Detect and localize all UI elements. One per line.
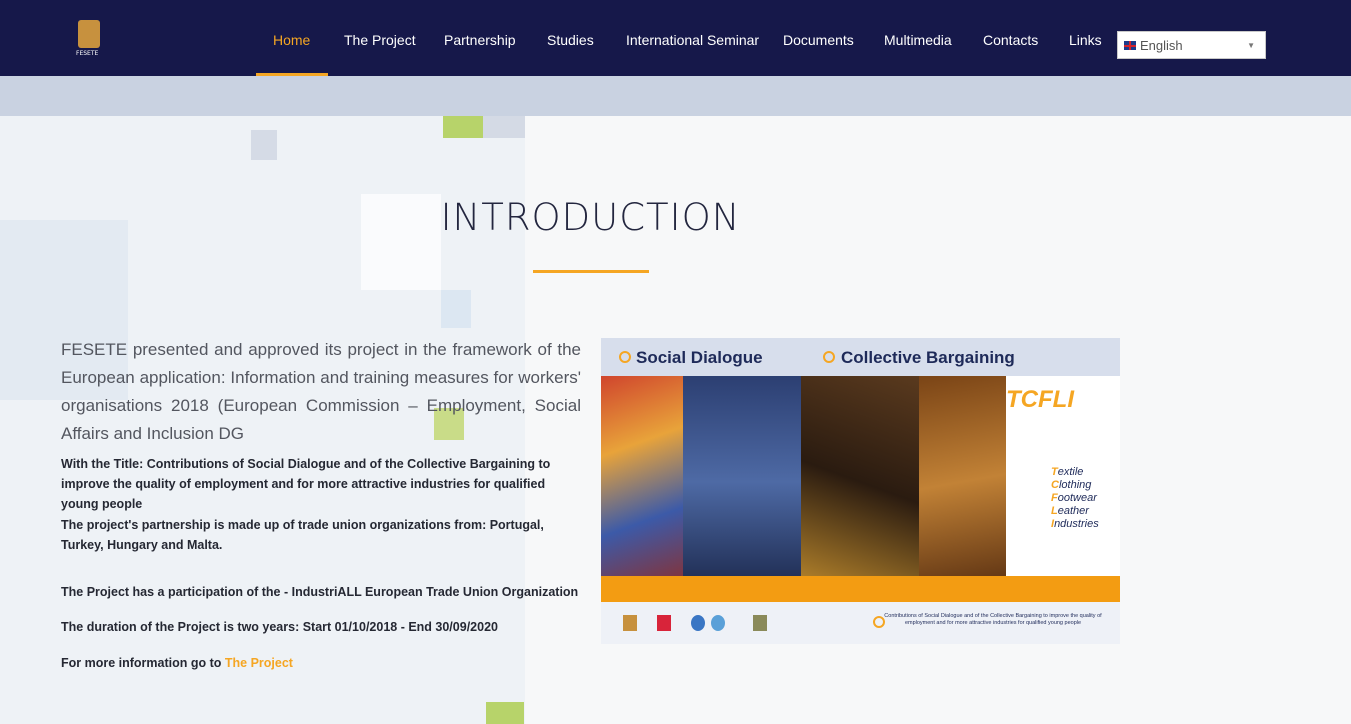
banner-collective-bargaining: Collective Bargaining [841, 348, 1015, 367]
the-project-link[interactable]: The Project [225, 656, 293, 670]
banner-social-dialogue: Social Dialogue [636, 348, 763, 367]
nav-documents[interactable]: Documents [783, 32, 854, 48]
project-title-paragraph: With the Title: Contributions of Social … [61, 457, 551, 511]
nav-contacts[interactable]: Contacts [983, 32, 1038, 48]
duration-paragraph: The duration of the Project is two years… [61, 620, 498, 634]
logo-text: FESETE [76, 50, 99, 57]
uk-flag-icon [1124, 41, 1136, 50]
banner-orange-strip [601, 576, 1120, 602]
banner-footer-text: Contributions of Social Dialogue and of … [884, 613, 1102, 626]
decorative-square [441, 290, 471, 328]
nav-partnership[interactable]: Partnership [444, 32, 516, 48]
nav-the-project[interactable]: The Project [344, 32, 416, 48]
language-label: English [1140, 38, 1183, 53]
banner-acronym: TCFLI [1006, 386, 1074, 413]
banner-sector-footwear: Footwear [1051, 492, 1097, 504]
decorative-square [443, 116, 483, 138]
partner-logo [711, 615, 725, 631]
more-info-text: For more information go to [61, 656, 225, 670]
project-banner-image: Social Dialogue Collective Bargaining TC… [601, 338, 1120, 644]
nav-links[interactable]: Links [1069, 32, 1102, 48]
gear-icon [619, 351, 631, 363]
decorative-square [486, 702, 524, 724]
fesete-logo[interactable] [78, 20, 100, 48]
banner-sector-industries: Industries [1051, 518, 1099, 530]
banner-photo-threads [601, 376, 683, 588]
decorative-square [483, 116, 525, 138]
partnership-paragraph: The project's partnership is made up of … [61, 518, 544, 552]
banner-photo-clothing [683, 376, 801, 588]
partner-logo [753, 615, 767, 631]
participation-paragraph: The Project has a participation of the -… [61, 585, 579, 599]
sub-header-bar [0, 76, 1351, 116]
intro-paragraph: FESETE presented and approved its projec… [61, 340, 581, 443]
banner-sector-leather: Leather [1051, 505, 1089, 517]
gear-icon [823, 351, 835, 363]
title-underline [533, 270, 649, 273]
partner-logo [623, 615, 637, 631]
banner-photo-leather [919, 376, 1006, 588]
nav-international-seminar[interactable]: International Seminar [626, 32, 759, 48]
nav-home[interactable]: Home [273, 32, 310, 48]
partner-logo [657, 615, 671, 631]
chevron-down-icon: ▼ [1247, 41, 1255, 50]
nav-studies[interactable]: Studies [547, 32, 594, 48]
nav-multimedia[interactable]: Multimedia [884, 32, 952, 48]
top-navbar: FESETE Home The Project Partnership Stud… [0, 0, 1351, 77]
banner-sector-textile: Textile [1051, 466, 1084, 478]
page-title: INTRODUCTION [440, 196, 741, 239]
language-select[interactable]: English ▼ [1117, 31, 1266, 59]
banner-photo-footwear [801, 376, 919, 588]
more-info-paragraph: For more information go to The Project [61, 653, 581, 673]
banner-sector-clothing: Clothing [1051, 479, 1092, 491]
decorative-square [251, 130, 277, 160]
partner-logo [691, 615, 705, 631]
